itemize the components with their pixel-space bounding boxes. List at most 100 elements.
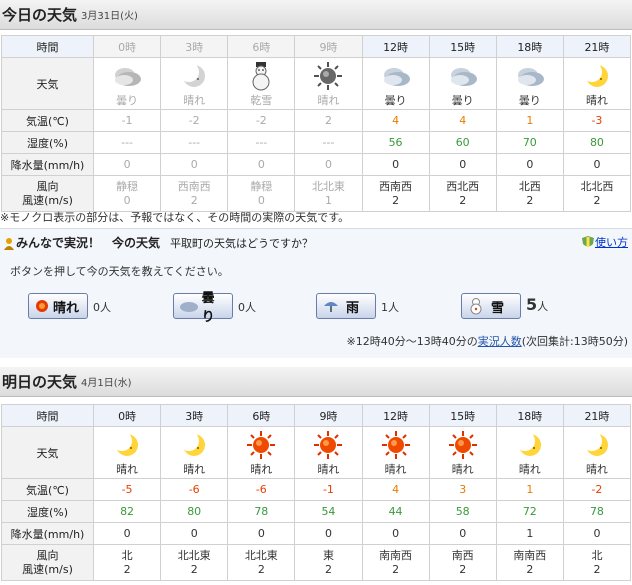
- weather-cell: 晴れ: [294, 57, 363, 110]
- wind-direction: 西南西: [177, 179, 211, 193]
- weather-cell: 曇り: [495, 57, 564, 110]
- wind-direction: 北西: [518, 179, 541, 193]
- wind-speed: 2: [526, 562, 534, 576]
- temp-cell: -5: [92, 478, 162, 501]
- humidity-cell: ---: [294, 131, 363, 154]
- vote-rain-label: 雨: [346, 300, 360, 316]
- wind-direction: 北北東: [311, 179, 345, 193]
- precip-cell: 0: [361, 522, 430, 545]
- temp-cell: 1: [495, 478, 564, 501]
- hour-header: 15時: [428, 35, 497, 58]
- hour-header: 6時: [227, 404, 296, 427]
- precip-cell: 0: [428, 522, 497, 545]
- wind-speed: 2: [593, 193, 601, 207]
- humidity-cell: 80: [160, 500, 229, 523]
- vote-snow-label: 雪: [491, 300, 505, 316]
- weather-label: 晴れ: [183, 463, 206, 476]
- weather-cell: 乾雪: [227, 57, 296, 110]
- snowman-icon: [470, 298, 482, 315]
- wind-cell: 北2: [92, 544, 162, 581]
- temp-cell: 1: [495, 109, 564, 132]
- wind-speed: 2: [257, 562, 265, 576]
- wind-cell: 北北東 2: [160, 544, 229, 581]
- cloud-icon: [450, 68, 477, 86]
- temp-cell: -3: [562, 109, 632, 132]
- vote-sunny-button[interactable]: 晴れ: [28, 293, 88, 319]
- wind-cell: 東2: [294, 544, 363, 581]
- sun-icon: [36, 300, 48, 312]
- tomorrow-header: 明日の天気 4月1日(水): [0, 367, 632, 397]
- wind-cell: 北北東 1: [294, 175, 363, 212]
- vote-snow-button[interactable]: 雪: [461, 293, 521, 319]
- weather-label: 晴れ: [116, 463, 139, 476]
- wind-speed: 2: [123, 562, 131, 576]
- wind-direction: 西北西: [446, 179, 480, 193]
- hour-header: 12時: [361, 35, 430, 58]
- wind-direction: 南南西: [513, 548, 547, 562]
- cloud-icon: [115, 68, 142, 86]
- precip-cell: 0: [227, 522, 296, 545]
- precip-cell: 0: [160, 153, 229, 176]
- weather-cell: 曇り: [92, 57, 162, 110]
- wind-cell: 静穏 0: [227, 175, 296, 212]
- hour-header: 15時: [428, 404, 497, 427]
- wind-direction: 北北西: [580, 179, 614, 193]
- tomorrow-humidity-label: 湿度(%): [1, 500, 94, 523]
- hour-header: 18時: [495, 404, 564, 427]
- weather-cell: 晴れ: [160, 57, 229, 110]
- weather-cell: 晴れ: [361, 426, 430, 479]
- humidity-cell: 56: [361, 131, 430, 154]
- wind-direction: 北: [591, 548, 603, 562]
- today-wind-label: 風向 風速(m/s): [1, 175, 94, 212]
- wind-speed-label: 風速(m/s): [22, 193, 73, 207]
- precip-cell: 1: [495, 522, 564, 545]
- humidity-cell: 78: [562, 500, 632, 523]
- wind-speed: 0: [257, 193, 265, 207]
- wind-direction: 北: [121, 548, 133, 562]
- weather-label: 曇り: [384, 94, 407, 107]
- wind-cell: 西南西 2: [160, 175, 229, 212]
- jikkyo-title: みんなで実況！ 今の天気 平取町の天気はどうですか？: [2, 234, 313, 251]
- footer-count-link[interactable]: 実況人数: [478, 335, 522, 348]
- wind-cell: 北西 2: [495, 175, 564, 212]
- vote-rain-button[interactable]: 雨: [316, 293, 376, 319]
- cloud-icon: [517, 68, 544, 86]
- temp-cell: -2: [562, 478, 632, 501]
- weather-cell: 晴れ: [495, 426, 564, 479]
- hour-header: 9時: [294, 35, 363, 58]
- snow-unit: 人: [537, 300, 549, 313]
- temp-cell: -2: [227, 109, 296, 132]
- jikkyo-title-text: みんなで実況！ 今の天気: [16, 236, 161, 250]
- temp-cell: -6: [227, 478, 296, 501]
- hour-header: 3時: [160, 35, 229, 58]
- vote-cloudy-button[interactable]: 曇り: [173, 291, 233, 325]
- temp-cell: 4: [361, 478, 430, 501]
- help-link[interactable]: 使い方: [581, 234, 628, 250]
- hour-header: 21時: [562, 35, 632, 58]
- wind-speed: 1: [324, 193, 332, 207]
- wind-cell: 北2: [562, 544, 632, 581]
- tomorrow-table: 時間 0時 3時 6時 9時 12時 15時 18時 21時 天気 晴れ 晴れ 晴れ 晴れ 晴れ 晴れ 晴れ 晴れ…: [1, 404, 632, 581]
- footer-suffix: (次回集計:13時50分): [521, 335, 628, 348]
- weather-label: 晴れ: [384, 463, 407, 476]
- humidity-cell: 54: [294, 500, 363, 523]
- humidity-cell: 72: [495, 500, 564, 523]
- wind-speed: 2: [392, 562, 400, 576]
- tomorrow-time-label: 時間: [1, 404, 94, 427]
- cloudy-unit: 人: [245, 301, 256, 314]
- weather-cell: 曇り: [428, 57, 497, 110]
- wind-dir-label: 風向: [36, 548, 59, 562]
- moon-icon: [179, 62, 206, 87]
- weather-label: 晴れ: [518, 463, 541, 476]
- hour-header: 21時: [562, 404, 632, 427]
- vote-snow-count: 5人: [526, 295, 548, 314]
- temp-cell: 4: [361, 109, 430, 132]
- today-weather-label: 天気: [1, 57, 94, 110]
- jikkyo-footer: ※12時40分〜13時40分の実況人数(次回集計:13時50分): [346, 333, 628, 349]
- wind-cell: 南南西 2: [495, 544, 564, 581]
- wind-direction: 南西: [451, 548, 474, 562]
- wind-speed: 2: [324, 562, 332, 576]
- wind-direction: 東: [322, 548, 334, 562]
- wind-dir-label: 風向: [36, 179, 59, 193]
- cloudy-count: 0: [238, 301, 245, 314]
